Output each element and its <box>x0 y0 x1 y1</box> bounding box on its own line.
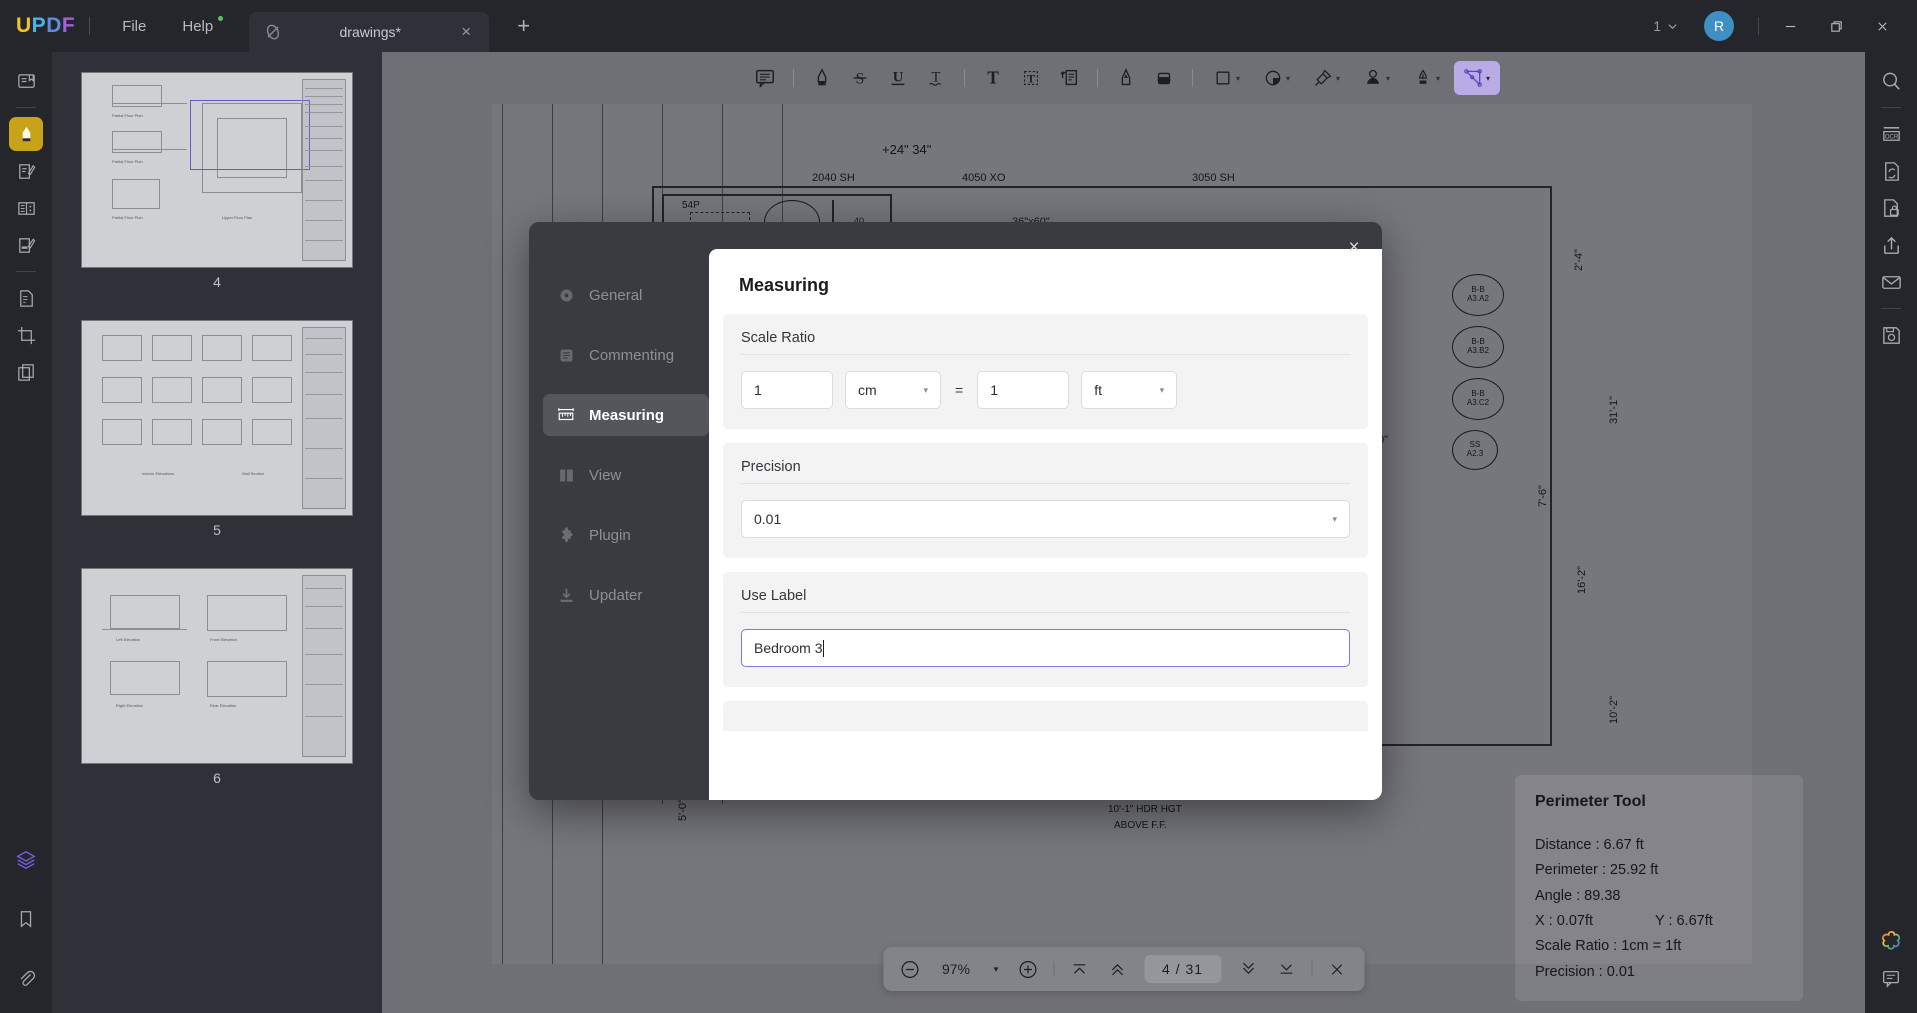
precision-value: 0.01 <box>754 511 782 527</box>
use-label-input[interactable]: Bedroom 3 <box>741 629 1350 667</box>
nav-label: View <box>589 466 622 484</box>
nav-item-commenting[interactable]: Commenting <box>543 334 709 376</box>
next-section-partial <box>723 701 1368 731</box>
close-icon[interactable]: × <box>1340 234 1368 262</box>
use-label-section: Use Label Bedroom 3 <box>723 572 1368 687</box>
scale-ratio-row: 1 cm ▾ = 1 ft ▾ <box>741 371 1350 409</box>
scale-unit-left-value: cm <box>858 382 877 398</box>
use-label-value: Bedroom 3 <box>754 640 823 656</box>
nav-item-plugin[interactable]: Plugin <box>543 514 709 556</box>
nav-item-general[interactable]: General <box>543 274 709 316</box>
ruler-icon <box>557 406 575 424</box>
nav-label: Plugin <box>589 526 631 544</box>
use-label-label: Use Label <box>741 588 807 604</box>
comment-lines-icon <box>557 346 575 364</box>
page-title: Measuring <box>739 275 830 295</box>
app-window: U P D F File Help drawings* × + 1 R Part… <box>0 0 1917 1013</box>
nav-label: Measuring <box>589 406 665 424</box>
scale-ratio-label: Scale Ratio <box>741 330 816 346</box>
chevron-down-icon: ▾ <box>1332 513 1337 524</box>
chevron-down-icon: ▾ <box>923 384 928 395</box>
chevron-down-icon: ▾ <box>1159 384 1165 395</box>
precision-section: Precision 0.01 ▾ <box>723 443 1368 558</box>
precision-label: Precision <box>741 459 801 475</box>
divider <box>741 612 1350 613</box>
preferences-content: Measuring Scale Ratio 1 cm ▾ = 1 ft ▾ Pr… <box>709 249 1382 800</box>
scale-value-left-input[interactable]: 1 <box>741 371 833 409</box>
preferences-nav: General Commenting Measuring View Plugin… <box>529 222 709 800</box>
nav-label: General <box>589 286 643 304</box>
view-panels-icon <box>557 466 575 484</box>
nav-item-measuring[interactable]: Measuring <box>543 394 709 436</box>
scale-ratio-section: Scale Ratio 1 cm ▾ = 1 ft ▾ <box>723 314 1368 429</box>
nav-label: Updater <box>589 586 643 604</box>
preferences-dialog: × General Commenting Measuring View Plug… <box>529 222 1382 800</box>
scale-value-right-input[interactable]: 1 <box>977 371 1070 409</box>
precision-select[interactable]: 0.01 ▾ <box>741 500 1350 538</box>
gear-icon <box>557 286 575 304</box>
divider <box>741 354 1350 355</box>
divider <box>741 483 1350 484</box>
nav-item-view[interactable]: View <box>543 454 709 496</box>
equals-sign: = <box>955 382 964 398</box>
puzzle-icon <box>557 526 575 544</box>
nav-label: Commenting <box>589 346 675 364</box>
nav-item-updater[interactable]: Updater <box>543 574 709 616</box>
text-cursor <box>823 639 825 657</box>
scale-unit-left-select[interactable]: cm ▾ <box>845 371 941 409</box>
download-icon <box>557 586 575 604</box>
scale-unit-right-select[interactable]: ft ▾ <box>1081 371 1178 409</box>
scale-unit-right-value: ft <box>1094 382 1102 398</box>
